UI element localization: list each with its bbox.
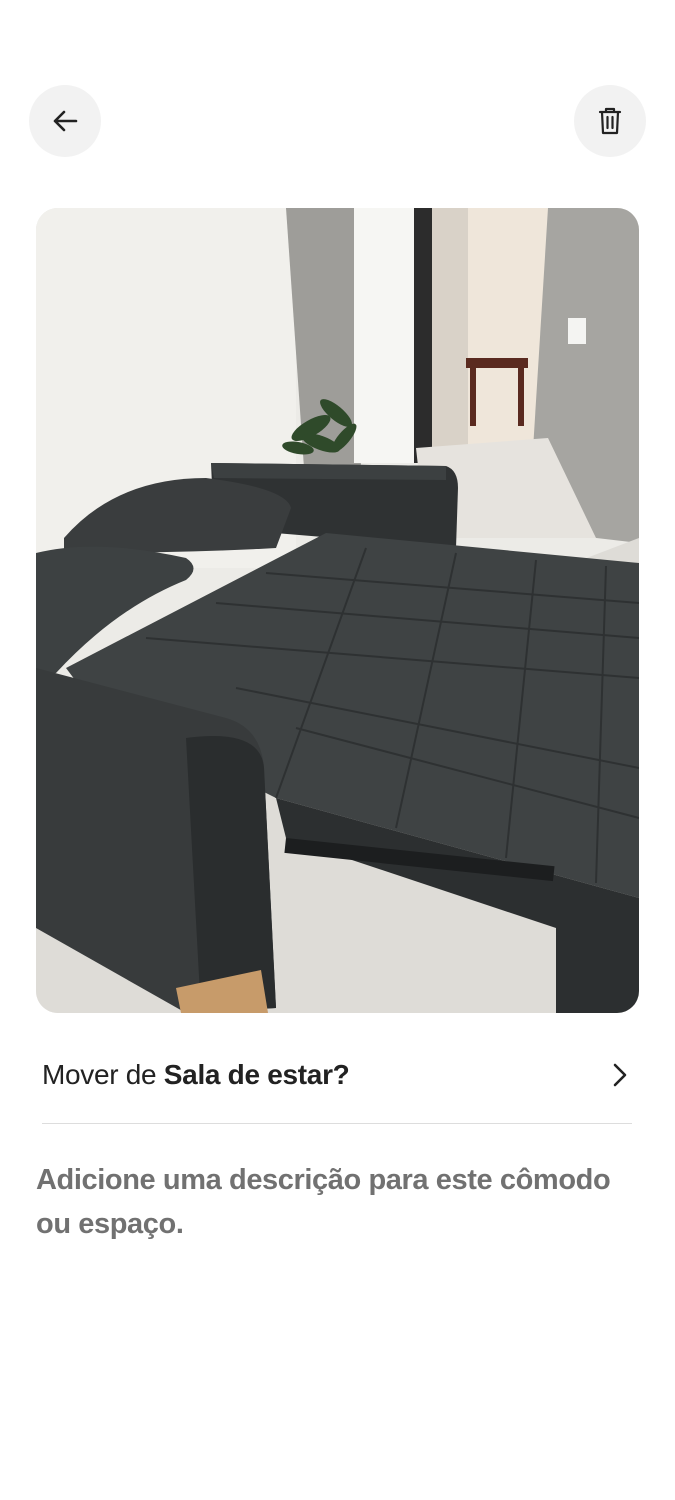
description-placeholder: Adicione uma descrição para este cômodo … [36,1164,611,1240]
room-name: Sala de estar [163,1059,333,1090]
room-photo[interactable] [36,208,639,1013]
sofa-bed-image [36,208,639,1013]
arrow-left-icon [53,110,78,132]
delete-button[interactable] [574,85,646,157]
back-button[interactable] [29,85,101,157]
trash-icon [598,107,622,135]
divider [42,1123,632,1124]
move-room-label: Mover de Sala de estar? [42,1059,350,1090]
chevron-right-icon [613,1063,627,1087]
description-field[interactable]: Adicione uma descrição para este cômodo … [36,1158,636,1246]
move-room-row[interactable]: Mover de Sala de estar? [42,1040,634,1110]
